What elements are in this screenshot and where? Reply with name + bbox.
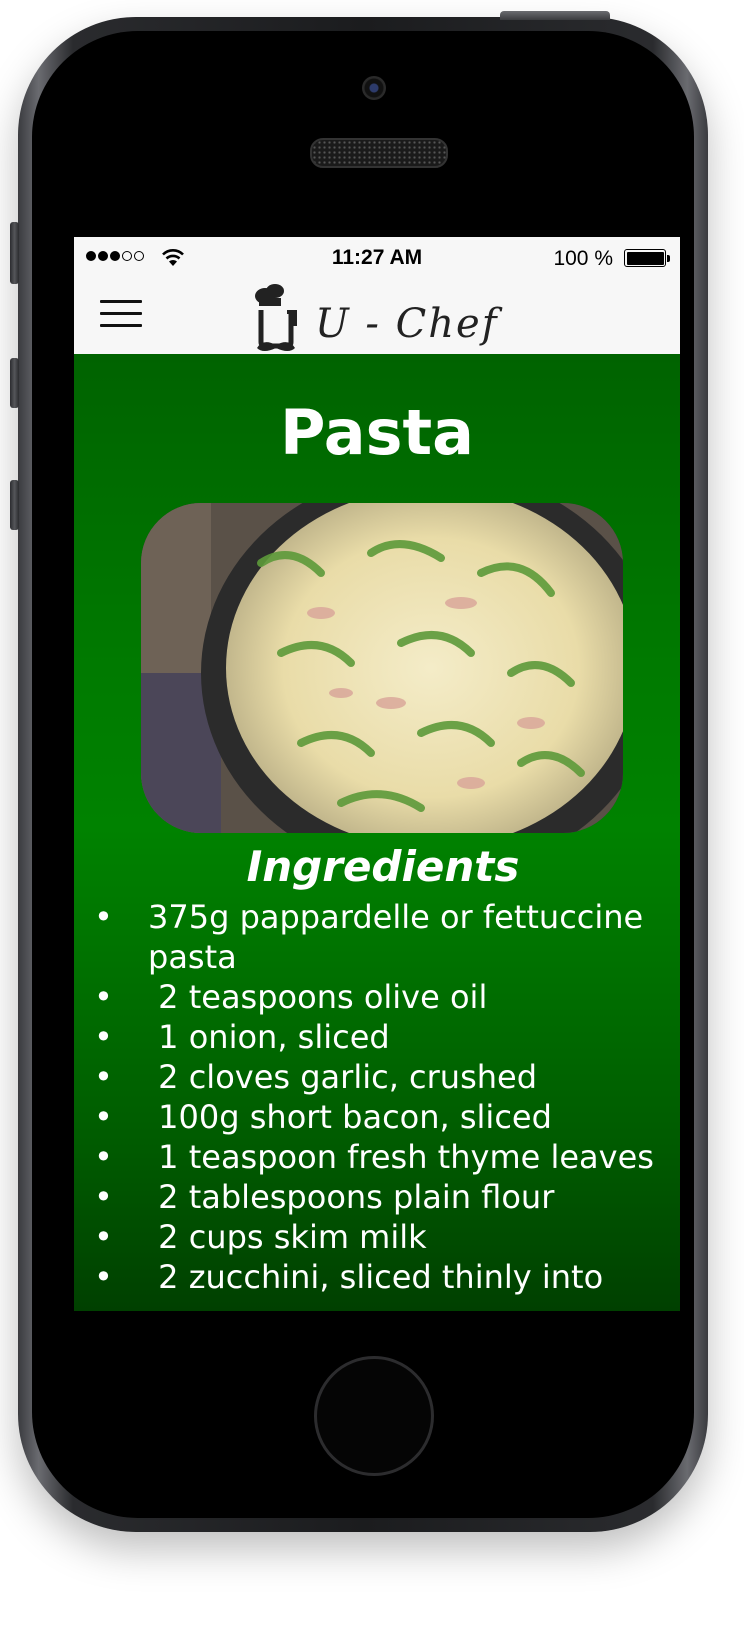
hamburger-icon-line (100, 300, 142, 303)
home-button[interactable] (314, 1356, 434, 1476)
battery-icon (624, 249, 666, 267)
list-item: • 2 tablespoons plain flour (88, 1177, 678, 1217)
bullet: • (94, 898, 113, 936)
bullet: • (94, 1138, 113, 1176)
ingredient-text: 1 teaspoon fresh thyme leaves (148, 1138, 654, 1176)
ingredient-text: 2 cups skim milk (148, 1218, 427, 1256)
ingredients-list: • 375g pappardelle or fettuccine pasta • … (88, 897, 678, 1297)
bullet: • (94, 1058, 113, 1096)
battery-cap (667, 255, 670, 262)
power-button (500, 11, 610, 20)
list-item: • 1 teaspoon fresh thyme leaves (88, 1137, 678, 1177)
hamburger-icon-line (100, 312, 142, 315)
volume-down-button (10, 480, 19, 530)
battery-percentage: 100 % (553, 247, 613, 270)
volume-up-button (10, 358, 19, 408)
bullet: • (94, 1258, 113, 1296)
bullet: • (94, 1218, 113, 1256)
status-bar: 11:27 AM 100 % (74, 237, 680, 281)
recipe-title: Pasta (280, 396, 474, 469)
list-item: • 2 cups skim milk (88, 1217, 678, 1257)
ingredient-text: 2 cloves garlic, crushed (148, 1058, 538, 1096)
front-camera (362, 76, 386, 100)
bullet: • (94, 1178, 113, 1216)
chef-mustache-icon (255, 284, 297, 351)
app-screen: 11:27 AM 100 % U - Chef Pasta Ingredient… (74, 237, 680, 1311)
ingredient-text: 2 teaspoons olive oil (148, 978, 488, 1016)
mute-switch (10, 222, 19, 284)
list-item: • 2 zucchini, sliced thinly into (88, 1257, 678, 1297)
bullet: • (94, 1018, 113, 1056)
ingredient-text: 1 onion, sliced (148, 1018, 390, 1056)
bullet: • (94, 1098, 113, 1136)
ingredient-text: 2 tablespoons plain flour (148, 1178, 555, 1216)
app-title: U - Chef (315, 301, 499, 347)
list-item: • 375g pappardelle or fettuccine pasta (88, 897, 678, 977)
ingredient-text: 375g pappardelle or fettuccine pasta (148, 898, 644, 976)
nav-bar: U - Chef (74, 281, 680, 354)
hamburger-icon-line (100, 324, 142, 327)
pasta-dish-photo (141, 503, 623, 833)
list-item: • 100g short bacon, sliced (88, 1097, 678, 1137)
hamburger-menu-button[interactable] (100, 297, 142, 331)
ingredient-text: 100g short bacon, sliced (148, 1098, 552, 1136)
bullet: • (94, 978, 113, 1016)
earpiece-speaker (310, 138, 448, 168)
list-item: • 2 cloves garlic, crushed (88, 1057, 678, 1097)
list-item: • 2 teaspoons olive oil (88, 977, 678, 1017)
ingredients-heading: Ingredients (246, 842, 520, 891)
list-item: • 1 onion, sliced (88, 1017, 678, 1057)
app-logo: U - Chef (249, 281, 499, 354)
ingredient-text: 2 zucchini, sliced thinly into (148, 1258, 604, 1296)
